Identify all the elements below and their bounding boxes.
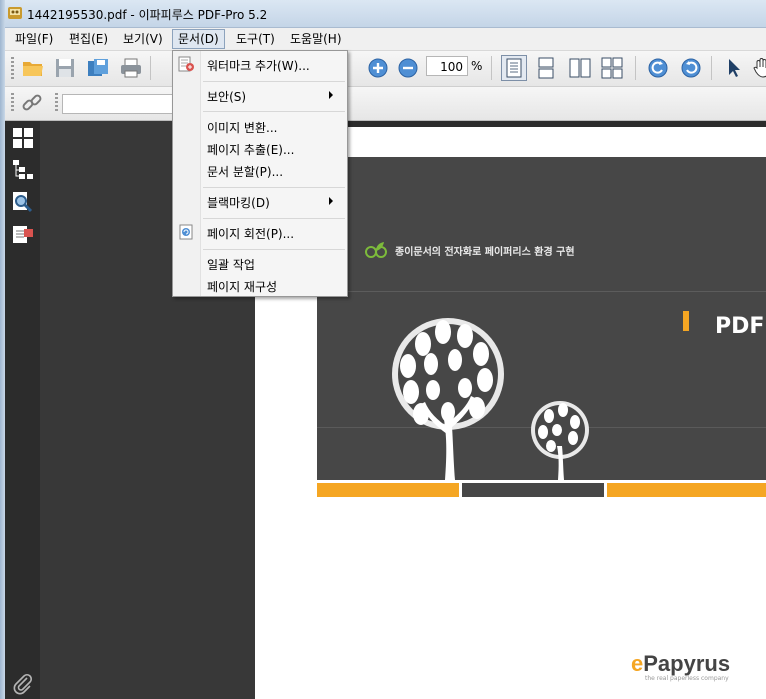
document-menu-dropdown: 워터마크 추가(W)... 보안(S) 이미지 변환... 페이지 추출(E).… bbox=[172, 50, 348, 297]
link-icon[interactable] bbox=[19, 90, 45, 116]
zoom-out-icon[interactable] bbox=[395, 55, 421, 81]
document-tagline: 종이문서의 전자화로 페이퍼리스 환경 구현 bbox=[395, 247, 575, 258]
menu-bar: 파일(F) 편집(E) 보기(V) 문서(D) 도구(T) 도움말(H) bbox=[5, 28, 766, 51]
menu-document[interactable]: 문서(D) bbox=[172, 29, 225, 49]
toolbar-grip[interactable] bbox=[11, 57, 14, 79]
toolbar-grip[interactable] bbox=[11, 93, 14, 113]
menu-separator bbox=[203, 187, 345, 188]
side-panel-tabs bbox=[5, 121, 40, 699]
menu-separator bbox=[203, 218, 345, 219]
submenu-arrow-icon bbox=[329, 91, 333, 99]
toolbar-separator bbox=[150, 56, 151, 80]
zoom-in-icon[interactable] bbox=[365, 55, 391, 81]
zoom-percent-label: % bbox=[471, 59, 483, 73]
thumbnails-icon[interactable] bbox=[12, 127, 34, 149]
menu-view[interactable]: 보기(V) bbox=[118, 30, 168, 48]
toolbar-separator bbox=[635, 56, 636, 80]
submenu-arrow-icon bbox=[329, 197, 333, 205]
menu-item-add-watermark[interactable]: 워터마크 추가(W)... bbox=[207, 57, 310, 74]
menu-item-rotate-page[interactable]: 페이지 회전(P)... bbox=[207, 225, 294, 242]
menu-help[interactable]: 도움말(H) bbox=[285, 30, 347, 48]
rotate-page-icon bbox=[179, 224, 193, 240]
save-icon[interactable] bbox=[52, 55, 78, 81]
secondary-toolbar bbox=[5, 87, 766, 121]
menu-tools[interactable]: 도구(T) bbox=[231, 30, 280, 48]
menu-edit[interactable]: 편집(E) bbox=[64, 30, 113, 48]
leaf-logo-icon bbox=[365, 242, 387, 258]
page-hero-band: PDF bbox=[317, 292, 766, 480]
print-icon[interactable] bbox=[118, 55, 144, 81]
bookmarks-icon[interactable] bbox=[12, 159, 34, 181]
menu-item-split-document[interactable]: 문서 분할(P)... bbox=[207, 163, 283, 180]
menu-file[interactable]: 파일(F) bbox=[10, 30, 58, 48]
menu-item-extract-pages[interactable]: 페이지 추출(E)... bbox=[207, 141, 294, 158]
main-toolbar: 100 % bbox=[5, 51, 766, 87]
hand-tool-icon[interactable] bbox=[749, 55, 766, 81]
rotate-right-icon[interactable] bbox=[678, 55, 704, 81]
menu-item-security[interactable]: 보안(S) bbox=[207, 88, 246, 105]
open-folder-icon[interactable] bbox=[20, 55, 46, 81]
menu-item-reorganize-pages[interactable]: 페이지 재구성 bbox=[207, 278, 277, 295]
search-panel-icon[interactable] bbox=[12, 191, 34, 213]
menu-separator bbox=[203, 249, 345, 250]
accent-bar-orange bbox=[607, 483, 766, 497]
document-heading: PDF bbox=[715, 314, 765, 339]
toolbar-separator bbox=[491, 56, 492, 80]
attachments-panel-icon[interactable] bbox=[12, 223, 34, 245]
save-all-icon[interactable] bbox=[85, 55, 111, 81]
accent-bar-gray bbox=[462, 483, 604, 497]
menu-item-image-convert[interactable]: 이미지 변환... bbox=[207, 119, 277, 136]
title-bar: 1442195530.pdf - 이파피루스 PDF-Pro 5.2 bbox=[5, 0, 766, 28]
menu-separator bbox=[203, 111, 345, 112]
menu-item-batch-job[interactable]: 일괄 작업 bbox=[207, 256, 255, 273]
page-header-band: 종이문서의 전자화로 페이퍼리스 환경 구현 bbox=[317, 157, 766, 292]
epapyrus-logo: ePapyrus bbox=[631, 651, 731, 676]
small-tree-illustration bbox=[531, 401, 589, 480]
rotate-left-icon[interactable] bbox=[645, 55, 671, 81]
menu-icon-gutter bbox=[173, 51, 201, 296]
continuous-facing-view-icon[interactable] bbox=[599, 55, 625, 81]
facing-view-icon[interactable] bbox=[567, 55, 593, 81]
toolbar-separator bbox=[711, 56, 712, 80]
app-icon bbox=[7, 5, 23, 21]
accent-mark bbox=[683, 311, 689, 331]
search-input[interactable] bbox=[62, 94, 174, 114]
large-tree-illustration bbox=[392, 318, 504, 480]
watermark-icon bbox=[178, 56, 194, 72]
menu-item-blackmarking[interactable]: 블랙마킹(D) bbox=[207, 194, 270, 211]
zoom-input[interactable]: 100 bbox=[426, 56, 468, 76]
toolbar-grip[interactable] bbox=[55, 93, 58, 113]
select-arrow-icon[interactable] bbox=[721, 55, 747, 81]
menu-separator bbox=[203, 81, 345, 82]
continuous-view-icon[interactable] bbox=[533, 55, 559, 81]
logo-subtitle: the real paperless company bbox=[645, 675, 729, 682]
window-title: 1442195530.pdf - 이파피루스 PDF-Pro 5.2 bbox=[27, 8, 268, 22]
paperclip-icon[interactable] bbox=[13, 673, 35, 695]
single-page-view-icon[interactable] bbox=[501, 55, 527, 81]
accent-bar-orange bbox=[317, 483, 459, 497]
